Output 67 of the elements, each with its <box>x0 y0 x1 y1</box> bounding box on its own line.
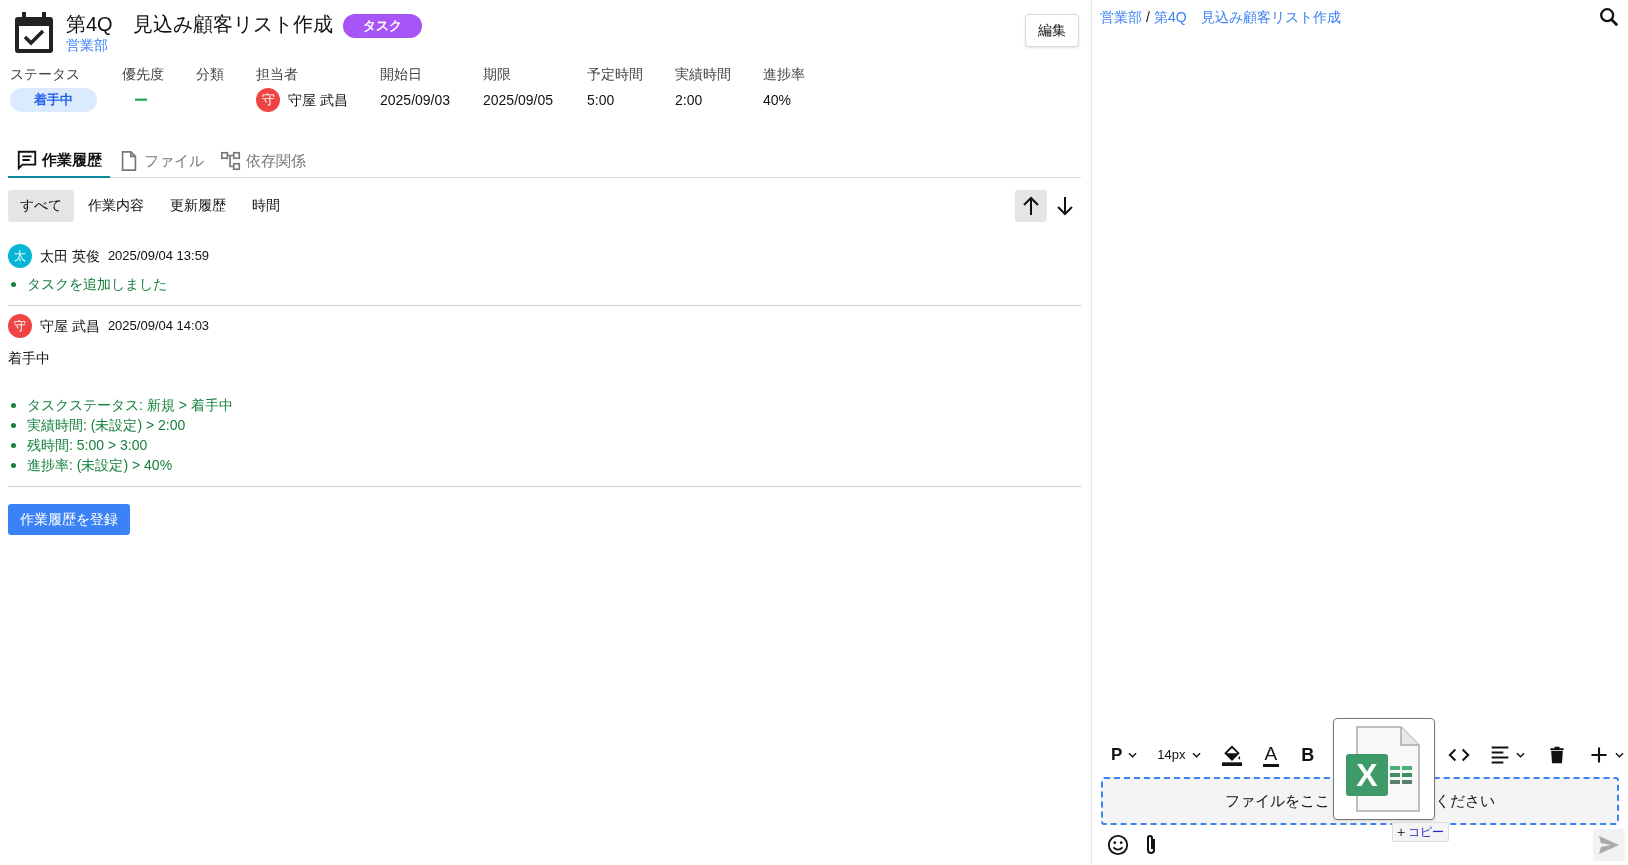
bullet-icon <box>11 462 16 468</box>
field-label: 担当者 <box>256 65 299 84</box>
timestamp: 2025/09/04 13:59 <box>107 247 210 266</box>
field-label: 開始日 <box>380 65 423 84</box>
user-avatar: 太 <box>8 244 32 268</box>
search-icon[interactable] <box>1598 6 1621 28</box>
align-left-icon <box>1490 745 1511 765</box>
drop-zone-text: ください <box>1435 790 1496 811</box>
bullet-icon <box>11 281 16 287</box>
comment-text: 着手中 <box>8 349 51 368</box>
breadcrumb-link[interactable]: 営業部 <box>1100 6 1142 28</box>
field-label: 進捗率 <box>763 65 806 84</box>
tab[interactable]: 依存関係 <box>212 144 314 178</box>
field-label: 期限 <box>483 65 512 84</box>
bullet-icon <box>11 442 16 448</box>
task-title: 第4Q 見込み顧客リスト作成 <box>66 12 333 37</box>
change-text: 実績時間: (未設定) > 2:00 <box>27 415 186 435</box>
department-link[interactable]: 営業部 <box>66 36 422 54</box>
filter-button[interactable]: 時間 <box>240 189 292 222</box>
breadcrumb-link[interactable]: 第4Q 見込み顧客リスト作成 <box>1153 6 1341 28</box>
fill-color-icon <box>1220 743 1243 767</box>
filter-button[interactable]: 作業内容 <box>76 189 156 222</box>
sort-ascending-button[interactable] <box>1015 189 1047 222</box>
user-name: 守屋 武昌 <box>40 316 100 336</box>
bold-button[interactable]: B <box>1297 740 1319 770</box>
plus-icon <box>1589 745 1610 765</box>
tab[interactable]: 作業履歴 <box>8 144 110 178</box>
field-label: 分類 <box>196 65 225 84</box>
field-label: 実績時間 <box>675 65 732 84</box>
assignee-name: 守屋 武昌 <box>288 90 348 110</box>
filter-button[interactable]: 更新履歴 <box>158 189 238 222</box>
filter-button[interactable]: すべて <box>8 189 74 222</box>
timestamp: 2025/09/04 14:03 <box>107 317 210 336</box>
field-value: 40% <box>763 90 792 110</box>
field-label: 優先度 <box>122 65 165 84</box>
calendar-check-icon <box>14 11 54 53</box>
field-value: 5:00 <box>587 90 615 110</box>
copy-badge: + コピー <box>1392 822 1450 842</box>
field-label: ステータス <box>10 65 81 84</box>
change-text: 残時間: 5:00 > 3:00 <box>27 435 148 455</box>
breadcrumb-separator: / <box>1146 7 1150 27</box>
field-value: 2025/09/05 <box>483 90 554 110</box>
change-text: タスクステータス: 新規 > 着手中 <box>27 395 233 415</box>
task-type-badge: タスク <box>342 14 422 38</box>
font-size-dropdown[interactable]: 14px <box>1153 740 1205 770</box>
bullet-icon <box>11 422 16 428</box>
send-icon <box>1598 835 1621 855</box>
status-badge: 着手中 <box>10 88 97 112</box>
edit-button[interactable]: 編集 <box>1025 14 1079 47</box>
change-text: 進捗率: (未設定) > 40% <box>27 455 173 475</box>
field-value: 2:00 <box>675 90 703 110</box>
drop-zone-text: ファイルをここ <box>1225 790 1331 811</box>
user-name: 太田 英俊 <box>40 246 100 266</box>
tab[interactable]: ファイル <box>110 144 212 178</box>
register-history-button[interactable]: 作業履歴を登録 <box>8 504 130 535</box>
priority-value: ー <box>133 90 148 110</box>
user-avatar: 守 <box>8 314 32 338</box>
hierarchy-icon <box>220 150 242 172</box>
message-icon <box>16 149 38 171</box>
smiley-icon[interactable] <box>1107 834 1129 856</box>
field-value: 2025/09/03 <box>380 90 451 110</box>
user-avatar: 守 <box>256 88 280 112</box>
block-type-dropdown[interactable]: P <box>1107 740 1142 770</box>
change-text: タスクを追加しました <box>27 274 167 294</box>
field-label: 予定時間 <box>587 65 644 84</box>
font-color-button[interactable]: A <box>1258 740 1284 770</box>
bullet-icon <box>11 402 16 408</box>
